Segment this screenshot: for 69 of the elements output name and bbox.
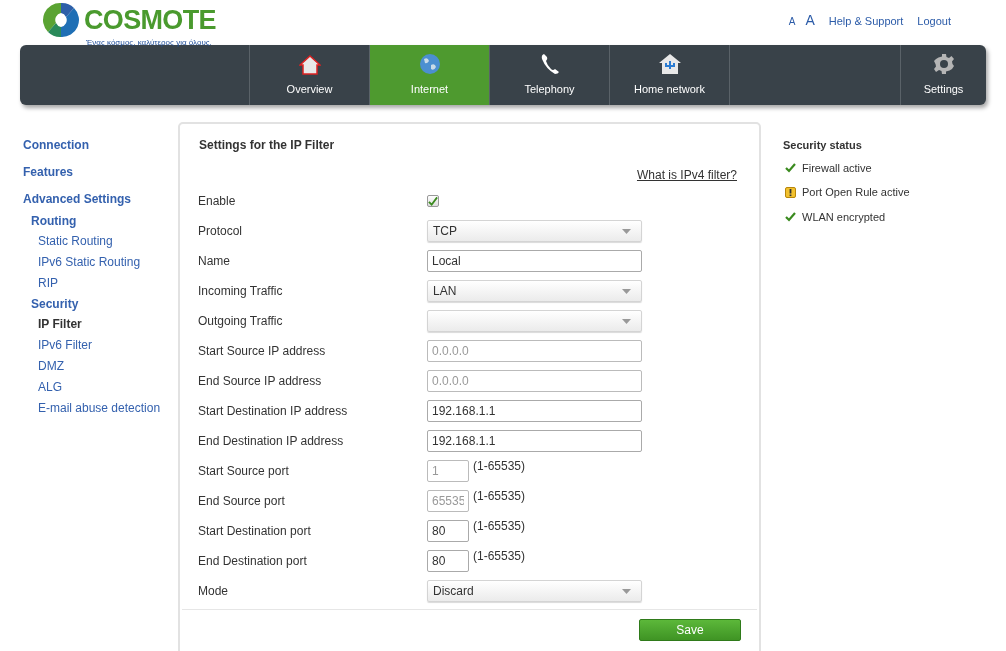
- sidebar-item[interactable]: Routing: [31, 212, 178, 230]
- sidebar-item[interactable]: IPv6 Filter: [38, 336, 178, 354]
- house-network-icon: [657, 52, 682, 75]
- sidebar-item[interactable]: DMZ: [38, 357, 178, 375]
- nav-tab[interactable]: Settings: [901, 45, 986, 105]
- settings-icon: [932, 52, 955, 75]
- field-label: End Source IP address: [198, 373, 323, 390]
- field-label: Enable: [198, 193, 237, 210]
- tagline: Ένας κόσμος, καλύτερος για όλους.: [86, 39, 213, 47]
- field-label: Mode: [198, 583, 230, 600]
- field-label: End Source port: [198, 493, 286, 510]
- sidebar-item[interactable]: E-mail abuse detection: [38, 399, 178, 417]
- status-text: Port Open Rule active: [802, 185, 910, 200]
- panel-title: Settings for the IP Filter: [199, 137, 336, 154]
- checkmark-icon: [785, 211, 796, 222]
- port-range-hint: (1-65535): [473, 488, 526, 505]
- globe-icon: [418, 52, 441, 75]
- port-field[interactable]: 80: [427, 550, 469, 572]
- phone-handset-icon: [539, 52, 560, 75]
- port-range-hint: (1-65535): [473, 458, 526, 475]
- house-icon: [298, 54, 321, 75]
- warning-icon: [785, 186, 796, 198]
- field-label: Start Destination IP address: [198, 403, 349, 420]
- field-label: Start Destination port: [198, 523, 312, 540]
- sidebar-item[interactable]: Static Routing: [38, 232, 178, 250]
- logo-text: COSMOTE: [84, 6, 216, 34]
- nav-tab[interactable]: Telephony: [490, 45, 610, 105]
- nav-tab[interactable]: Internet: [370, 45, 490, 105]
- status-text: WLAN encrypted: [802, 209, 886, 225]
- field-label: Protocol: [198, 223, 244, 240]
- sidebar-item[interactable]: Security: [31, 295, 178, 313]
- checkmark-icon: [785, 162, 796, 173]
- dropdown[interactable]: LAN: [427, 280, 642, 302]
- dropdown[interactable]: Discard: [427, 580, 642, 602]
- field-label: End Destination port: [198, 553, 308, 570]
- sidebar-item[interactable]: IP Filter: [38, 315, 178, 333]
- field-label: Name: [198, 253, 231, 270]
- status-text: Firewall active: [802, 160, 872, 176]
- header-link[interactable]: Logout: [917, 13, 951, 30]
- help-link[interactable]: What is IPv4 filter?: [636, 166, 737, 184]
- font-size-large-button[interactable]: A: [805, 10, 815, 31]
- field-label: Start Source IP address: [198, 343, 327, 360]
- sidebar-item[interactable]: Features: [23, 163, 178, 181]
- input-field[interactable]: 192.168.1.1: [427, 430, 642, 452]
- field-label: Incoming Traffic: [198, 283, 284, 300]
- field-label: Start Source port: [198, 463, 290, 480]
- font-size-small-button[interactable]: A: [788, 14, 796, 29]
- caret-icon: [622, 588, 631, 594]
- sidebar-item[interactable]: RIP: [38, 274, 178, 292]
- enable-checkbox[interactable]: [427, 195, 439, 207]
- port-range-hint: (1-65535): [473, 548, 526, 565]
- sidebar-item[interactable]: ALG: [38, 378, 178, 396]
- port-field[interactable]: 80: [427, 520, 469, 542]
- caret-icon: [622, 228, 631, 234]
- sidebar-item[interactable]: Connection: [23, 136, 178, 154]
- input-field[interactable]: 192.168.1.1: [427, 400, 642, 422]
- logo-icon: [42, 1, 80, 39]
- sidebar-item[interactable]: IPv6 Static Routing: [38, 253, 178, 271]
- sidebar-item[interactable]: Advanced Settings: [23, 190, 178, 208]
- dropdown[interactable]: TCP: [427, 220, 642, 242]
- field-label: Outgoing Traffic: [198, 313, 284, 330]
- caret-icon: [622, 318, 631, 324]
- header-link[interactable]: Help & Support: [828, 13, 904, 30]
- input-field[interactable]: Local: [427, 250, 642, 272]
- port-range-hint: (1-65535): [473, 518, 526, 535]
- nav-tab[interactable]: Home network: [610, 45, 730, 105]
- field-label: End Destination IP address: [198, 433, 345, 450]
- caret-icon: [622, 288, 631, 294]
- security-status-title: Security status: [783, 138, 863, 153]
